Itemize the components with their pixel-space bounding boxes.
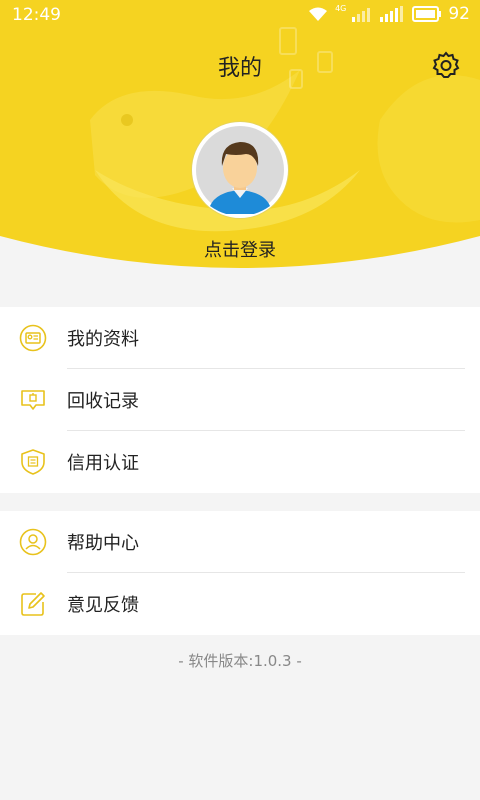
default-avatar-icon — [196, 126, 284, 214]
menu-item-label: 帮助中心 — [67, 533, 139, 554]
status-icons: 4G 92 — [307, 4, 470, 24]
menu-item-feedback[interactable]: 意见反馈 — [0, 573, 480, 635]
status-bar: 12:49 4G 92 — [0, 0, 480, 30]
menu-item-recycle-record[interactable]: 回收记录 — [0, 369, 480, 431]
menu-item-label: 我的资料 — [67, 329, 139, 350]
battery-icon — [412, 6, 442, 22]
signal-icon-1 — [352, 8, 371, 22]
feedback-edit-icon — [21, 592, 45, 616]
page-title: 我的 — [217, 56, 262, 81]
credit-shield-icon — [21, 449, 45, 475]
gear-icon[interactable] — [432, 51, 460, 79]
menu-item-label: 信用认证 — [67, 453, 139, 474]
menu-item-help-center[interactable]: 帮助中心 — [0, 511, 480, 573]
network-label: 4G — [335, 3, 347, 13]
profile-header: 12:49 4G 92 我的 点击登录 — [0, 0, 480, 275]
status-time: 12:49 — [12, 5, 61, 25]
menu-item-label: 回收记录 — [67, 391, 139, 412]
help-person-icon — [19, 528, 47, 556]
menu-group-secondary: 帮助中心 意见反馈 — [0, 511, 480, 635]
recycle-record-icon — [21, 390, 45, 410]
profile-card-icon — [19, 324, 47, 352]
menu-item-label: 意见反馈 — [67, 595, 139, 616]
battery-level: 92 — [448, 4, 470, 24]
menu-group-primary: 我的资料 回收记录 信用认证 — [0, 307, 480, 493]
login-link[interactable]: 点击登录 — [0, 236, 480, 262]
menu-item-my-profile[interactable]: 我的资料 — [0, 307, 480, 369]
signal-icon-2 — [380, 6, 404, 22]
wifi-icon — [309, 7, 328, 21]
menu-item-credit-auth[interactable]: 信用认证 — [0, 431, 480, 493]
avatar[interactable] — [192, 122, 288, 218]
version-label: - 软件版本:1.0.3 - — [178, 652, 302, 670]
